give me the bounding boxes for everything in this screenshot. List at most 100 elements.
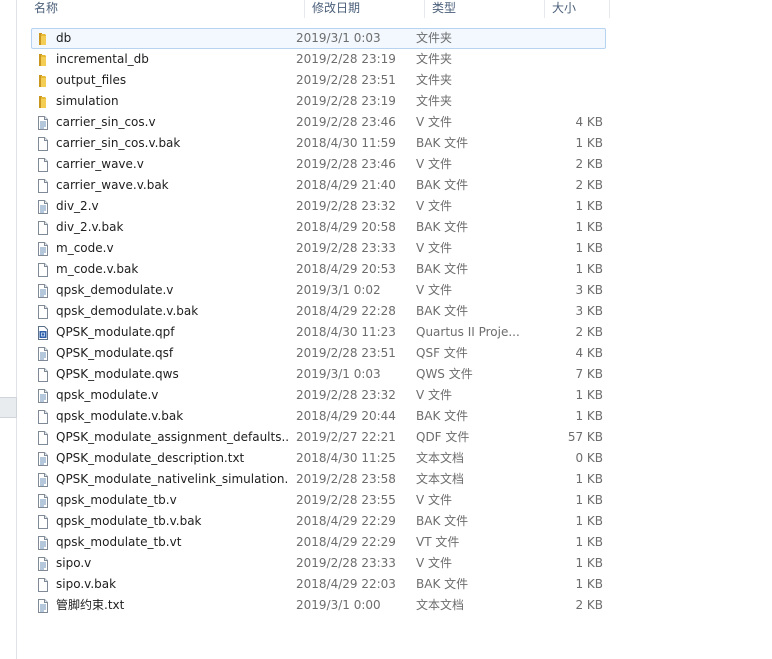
file-type: V 文件 — [416, 493, 453, 507]
file-type: BAK 文件 — [416, 136, 469, 150]
text-file-icon — [35, 199, 51, 215]
file-name: m_code.v — [56, 241, 114, 255]
file-type: BAK 文件 — [416, 577, 469, 591]
file-date: 2019/2/28 23:58 — [296, 472, 396, 486]
file-type: BAK 文件 — [416, 304, 469, 318]
column-header-date[interactable]: 修改日期 — [305, 0, 425, 18]
file-name: QPSK_modulate.qpf — [56, 325, 175, 339]
file-size: 1 KB — [575, 241, 603, 255]
file-row[interactable]: qpsk_modulate_tb.vt 2018/4/29 22:29 VT 文件 1… — [31, 532, 606, 553]
file-name: carrier_wave.v.bak — [56, 178, 169, 192]
blank-file-icon — [35, 304, 51, 320]
blank-file-icon — [35, 220, 51, 236]
file-row[interactable]: div_2.v.bak 2018/4/29 20:58 BAK 文件 1 KB — [31, 217, 606, 238]
file-row[interactable]: sipo.v.bak 2018/4/29 22:03 BAK 文件 1 KB — [31, 574, 606, 595]
file-type: V 文件 — [416, 115, 453, 129]
file-type: Quartus II Proje... — [416, 325, 520, 339]
file-row[interactable]: QPSK_modulate_assignment_defaults.... 201… — [31, 427, 606, 448]
file-date: 2018/4/30 11:23 — [296, 325, 396, 339]
file-size: 1 KB — [575, 388, 603, 402]
file-date: 2019/2/28 23:55 — [296, 493, 396, 507]
folder-icon — [35, 31, 51, 47]
file-type: BAK 文件 — [416, 220, 469, 234]
file-size: 1 KB — [575, 199, 603, 213]
file-row[interactable]: carrier_wave.v 2019/2/28 23:46 V 文件 2 KB — [31, 154, 606, 175]
file-row[interactable]: m_code.v.bak 2018/4/29 20:53 BAK 文件 1 KB — [31, 259, 606, 280]
file-type: V 文件 — [416, 199, 453, 213]
file-row[interactable]: QPSK_modulate.qws 2019/3/1 0:03 QWS 文件 7 KB — [31, 364, 606, 385]
file-size: 7 KB — [575, 367, 603, 381]
file-date: 2019/2/28 23:32 — [296, 388, 396, 402]
file-type: V 文件 — [416, 241, 453, 255]
file-name: db — [56, 31, 72, 45]
file-size: 1 KB — [575, 556, 603, 570]
file-row[interactable]: qpsk_demodulate.v 2019/3/1 0:02 V 文件 3 KB — [31, 280, 606, 301]
file-size: 57 KB — [567, 430, 603, 444]
text-file-icon — [35, 115, 51, 131]
file-size — [528, 29, 603, 48]
file-row[interactable]: db 2019/3/1 0:03 文件夹 — [31, 28, 606, 49]
file-row[interactable]: qpsk_demodulate.v.bak 2018/4/29 22:28 BAK … — [31, 301, 606, 322]
file-type: BAK 文件 — [416, 409, 469, 423]
file-row[interactable]: output_files 2019/2/28 23:51 文件夹 — [31, 70, 606, 91]
file-row[interactable]: simulation 2019/2/28 23:19 文件夹 — [31, 91, 606, 112]
file-date: 2019/3/1 0:03 — [296, 31, 381, 45]
file-name: qpsk_modulate_tb.vt — [56, 535, 182, 549]
text-file-icon — [35, 535, 51, 551]
file-row[interactable]: QPSK_modulate.qpf 2018/4/30 11:23 Quartus … — [31, 322, 606, 343]
file-row[interactable]: sipo.v 2019/2/28 23:33 V 文件 1 KB — [31, 553, 606, 574]
file-date: 2019/2/28 23:51 — [296, 73, 396, 87]
file-type: V 文件 — [416, 157, 453, 171]
file-type: 文件夹 — [416, 31, 453, 45]
file-date: 2018/4/29 22:28 — [296, 304, 396, 318]
file-date: 2018/4/29 20:44 — [296, 409, 396, 423]
file-date: 2019/2/28 23:33 — [296, 241, 396, 255]
file-row[interactable]: QPSK_modulate.qsf 2019/2/28 23:51 QSF 文件 4 … — [31, 343, 606, 364]
file-size: 1 KB — [575, 472, 603, 486]
file-name: 管脚约束.txt — [56, 598, 125, 612]
file-row[interactable]: qpsk_modulate_tb.v 2019/2/28 23:55 V 文件 1 K… — [31, 490, 606, 511]
file-date: 2019/3/1 0:03 — [296, 367, 381, 381]
file-size: 1 KB — [575, 220, 603, 234]
file-name: qpsk_demodulate.v.bak — [56, 304, 199, 318]
file-type: V 文件 — [416, 388, 453, 402]
file-row[interactable]: div_2.v 2019/2/28 23:32 V 文件 1 KB — [31, 196, 606, 217]
file-name: QPSK_modulate.qsf — [56, 346, 174, 360]
file-name: div_2.v.bak — [56, 220, 124, 234]
quartus-project-icon — [35, 325, 51, 341]
file-type: V 文件 — [416, 283, 453, 297]
file-date: 2018/4/30 11:25 — [296, 451, 396, 465]
column-header-name[interactable]: 名称 — [27, 0, 305, 18]
file-row[interactable]: incremental_db 2019/2/28 23:19 文件夹 — [31, 49, 606, 70]
column-header-size[interactable]: 大小 — [545, 0, 610, 18]
text-file-icon — [35, 451, 51, 467]
file-row[interactable]: carrier_sin_cos.v.bak 2018/4/30 11:59 BAK … — [31, 133, 606, 154]
pane-resize-handle[interactable] — [0, 397, 17, 418]
file-row[interactable]: carrier_sin_cos.v 2019/2/28 23:46 V 文件 4 KB — [31, 112, 606, 133]
file-row[interactable]: m_code.v 2019/2/28 23:33 V 文件 1 KB — [31, 238, 606, 259]
file-date: 2018/4/29 21:40 — [296, 178, 396, 192]
file-row[interactable]: qpsk_modulate.v 2019/2/28 23:32 V 文件 1 KB — [31, 385, 606, 406]
file-type: VT 文件 — [416, 535, 460, 549]
file-size: 4 KB — [575, 346, 603, 360]
file-name: qpsk_modulate.v — [56, 388, 159, 402]
file-size — [528, 50, 603, 69]
file-name: QPSK_modulate_description.txt — [56, 451, 245, 465]
file-size: 1 KB — [575, 577, 603, 591]
file-row[interactable]: QPSK_modulate_description.txt 2018/4/30 1… — [31, 448, 606, 469]
blank-file-icon — [35, 262, 51, 278]
blank-file-icon — [35, 136, 51, 152]
file-name: carrier_sin_cos.v — [56, 115, 156, 129]
column-header-type[interactable]: 类型 — [425, 0, 545, 18]
file-type: 文件夹 — [416, 73, 453, 87]
file-row[interactable]: qpsk_modulate_tb.v.bak 2018/4/29 22:29 BAK… — [31, 511, 606, 532]
text-file-icon — [35, 598, 51, 614]
file-row[interactable]: QPSK_modulate_nativelink_simulation... 20… — [31, 469, 606, 490]
file-row[interactable]: carrier_wave.v.bak 2018/4/29 21:40 BAK 文件 2… — [31, 175, 606, 196]
file-size: 2 KB — [575, 325, 603, 339]
file-row[interactable]: qpsk_modulate.v.bak 2018/4/29 20:44 BAK 文件… — [31, 406, 606, 427]
file-date: 2019/3/1 0:00 — [296, 598, 381, 612]
file-type: BAK 文件 — [416, 514, 469, 528]
file-row[interactable]: 管脚约束.txt 2019/3/1 0:00 文本文档 2 KB — [31, 595, 606, 616]
file-date: 2019/2/28 23:33 — [296, 556, 396, 570]
